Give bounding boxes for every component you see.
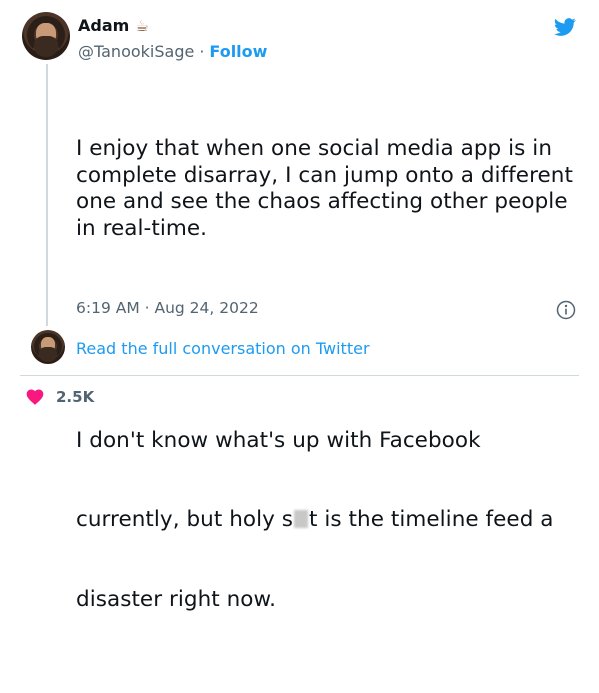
tweet-line-part: currently, but holy s [76,507,294,532]
divider [20,375,579,376]
twitter-bird-icon[interactable] [552,16,578,38]
follow-button[interactable]: Follow [209,42,267,61]
tweet-line-part: t is the timeline feed a [309,507,554,532]
tweet-line: disaster right now. [76,586,277,612]
author-handle-row: @TanookiSage · Follow [78,42,267,61]
author-name-row: Adam ☕ [78,16,149,35]
tweet-text: I enjoy that when one social media app i… [76,83,586,693]
separator-dot: · [199,42,205,61]
like-count: 2.5K [56,388,95,406]
tweet-line: currently, but holy s t is the timeline f… [76,507,586,534]
author-avatar[interactable] [22,12,70,60]
heart-icon [26,389,44,405]
tweet-paragraph-2: I don't know what's up with Facebook cur… [76,375,586,667]
tweet-paragraph-1: I enjoy that when one social media app i… [76,136,573,241]
coffee-emoji-icon: ☕ [135,16,149,35]
author-handle[interactable]: @TanookiSage [78,42,194,61]
thread-line [46,64,48,326]
read-conversation-link[interactable]: Read the full conversation on Twitter [76,339,370,358]
like-button[interactable]: 2.5K [24,387,94,407]
tweet-line: I don't know what's up with Facebook [76,427,481,453]
conversation-avatar[interactable] [31,330,65,364]
censor-blur [294,510,309,528]
author-name[interactable]: Adam [78,16,129,35]
info-icon[interactable] [556,300,576,320]
tweet-timestamp[interactable]: 6:19 AM · Aug 24, 2022 [76,299,259,317]
